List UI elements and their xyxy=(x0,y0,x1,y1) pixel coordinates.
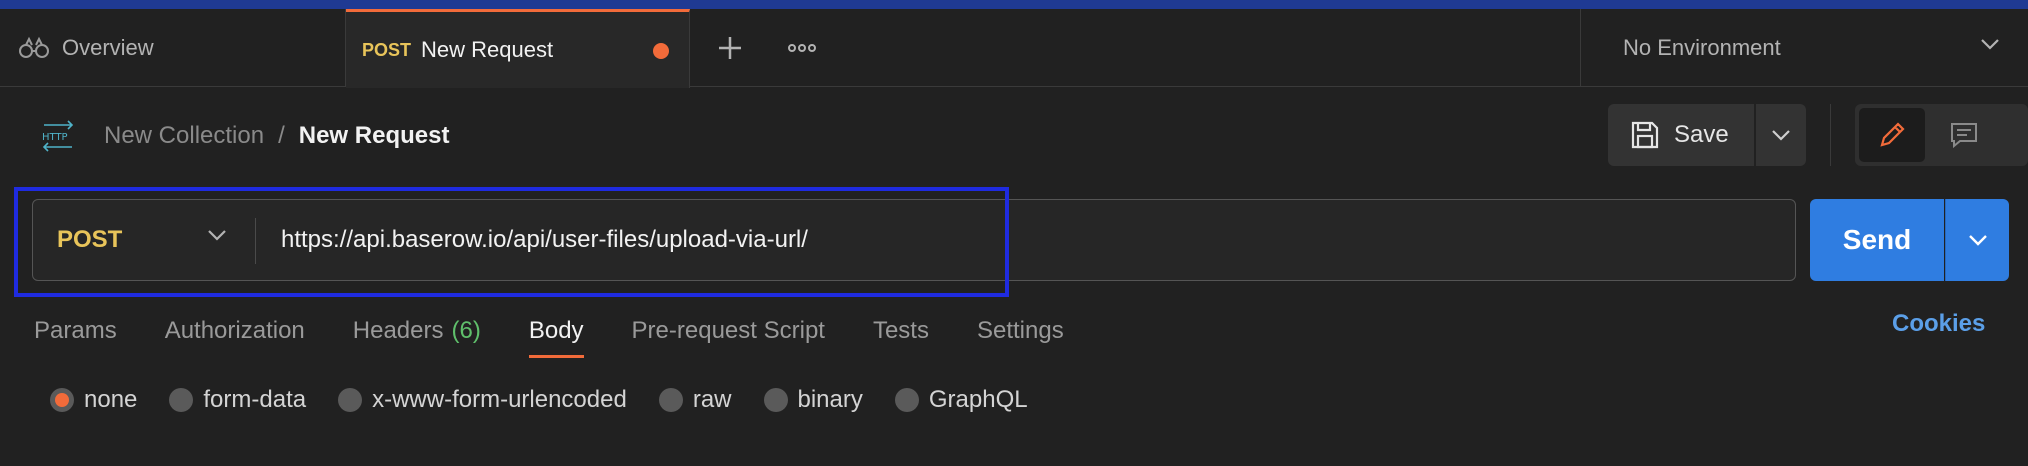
tab-body[interactable]: Body xyxy=(528,304,584,358)
save-label: Save xyxy=(1674,121,1729,148)
tab-request-label: New Request xyxy=(421,37,554,62)
pencil-icon xyxy=(1880,122,1905,147)
comment-icon xyxy=(1951,123,1977,149)
tab-body-label: Body xyxy=(528,317,584,344)
tab-bar: Overview POST New Request No Environment xyxy=(0,9,2028,88)
tab-params[interactable]: Params xyxy=(34,304,117,358)
tab-prerequest-label: Pre-request Script xyxy=(631,317,825,344)
tab-headers[interactable]: Headers (6) xyxy=(353,304,481,358)
option-raw[interactable]: raw xyxy=(658,386,732,414)
new-tab-button[interactable] xyxy=(700,9,760,87)
breadcrumb: HTTP New Collection / New Request xyxy=(40,118,449,154)
window-top-strip xyxy=(0,0,2028,9)
option-binary[interactable]: binary xyxy=(763,386,863,414)
unsaved-dot xyxy=(653,43,669,59)
option-form-data-label: form-data xyxy=(203,386,307,413)
tab-params-label: Params xyxy=(34,317,117,344)
ellipsis-icon xyxy=(788,44,816,52)
request-tabs: Params Authorization Headers (6) Body Pr… xyxy=(34,304,1112,358)
tab-overview-label: Overview xyxy=(62,35,154,60)
radio-graphql[interactable] xyxy=(894,388,919,412)
send-options-button[interactable] xyxy=(1945,199,2009,281)
floppy-disk-icon xyxy=(1631,121,1659,149)
tab-authorization-label: Authorization xyxy=(164,317,305,344)
tab-settings-label: Settings xyxy=(976,317,1064,344)
option-form-data[interactable]: form-data xyxy=(169,386,306,414)
tab-authorization[interactable]: Authorization xyxy=(165,304,305,358)
tab-new-request[interactable]: POST New Request xyxy=(346,9,690,88)
tab-headers-label: Headers xyxy=(352,317,444,344)
radio-binary[interactable] xyxy=(763,388,788,412)
send-button[interactable]: Send xyxy=(1810,199,1944,281)
plus-icon xyxy=(719,37,741,59)
svg-text:HTTP: HTTP xyxy=(42,132,68,143)
option-none-label: none xyxy=(84,386,138,413)
option-urlencoded[interactable]: x-www-form-urlencoded xyxy=(338,386,627,414)
save-button[interactable]: Save xyxy=(1608,104,1754,166)
option-raw-label: raw xyxy=(692,386,732,413)
edit-mode-button[interactable] xyxy=(1859,108,1925,162)
tab-method-label: POST xyxy=(362,39,412,60)
option-urlencoded-label: x-www-form-urlencoded xyxy=(372,386,627,413)
chevron-down-icon xyxy=(1968,235,1987,246)
breadcrumb-request[interactable]: New Request xyxy=(299,122,450,150)
comments-button[interactable] xyxy=(1931,108,1997,162)
chevron-down-icon xyxy=(1772,130,1790,141)
body-type-options: none form-data x-www-form-urlencoded raw… xyxy=(50,380,1060,420)
send-label: Send xyxy=(1842,224,1912,255)
highlight-box xyxy=(14,187,1009,297)
toolbar-divider xyxy=(1830,104,1831,166)
option-none[interactable]: none xyxy=(50,386,137,414)
tab-tests-label: Tests xyxy=(872,317,929,344)
breadcrumb-separator: / xyxy=(278,122,285,149)
radio-raw[interactable] xyxy=(658,388,683,412)
option-graphql[interactable]: GraphQL xyxy=(894,386,1028,414)
mode-toggle xyxy=(1855,104,2028,166)
headers-count: (6) xyxy=(451,317,481,344)
radio-none[interactable] xyxy=(50,388,74,412)
save-options-button[interactable] xyxy=(1756,104,1806,166)
option-binary-label: binary xyxy=(797,386,863,413)
binoculars-icon xyxy=(19,36,49,58)
chevron-down-icon xyxy=(1981,39,1999,50)
tab-overview[interactable]: Overview xyxy=(0,9,346,87)
environment-selector[interactable]: No Environment xyxy=(1580,9,2028,87)
radio-urlencoded[interactable] xyxy=(338,388,363,412)
more-tabs-button[interactable] xyxy=(770,9,834,87)
tab-settings[interactable]: Settings xyxy=(977,304,1064,358)
cookies-link[interactable]: Cookies xyxy=(1892,310,1985,338)
tab-prerequest-script[interactable]: Pre-request Script xyxy=(632,304,825,358)
option-graphql-label: GraphQL xyxy=(928,386,1028,413)
tab-tests[interactable]: Tests xyxy=(873,304,929,358)
radio-form-data[interactable] xyxy=(169,388,194,412)
environment-label: No Environment xyxy=(1623,35,1781,60)
http-icon: HTTP xyxy=(42,120,74,152)
breadcrumb-collection[interactable]: New Collection xyxy=(104,122,264,150)
